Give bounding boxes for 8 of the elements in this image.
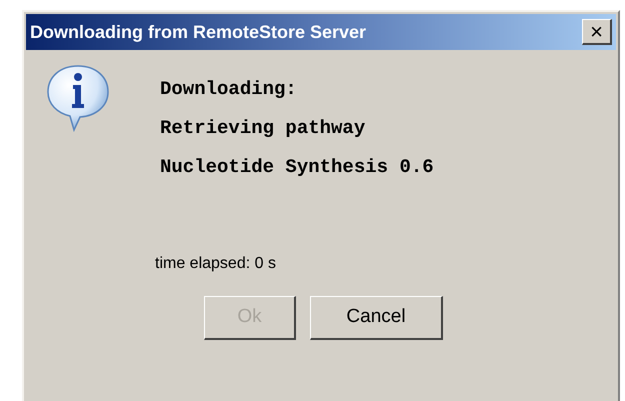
message-line: Nucleotide Synthesis 0.6 xyxy=(160,155,434,180)
info-speech-bubble-icon xyxy=(46,64,110,132)
close-button[interactable]: × xyxy=(582,19,612,45)
message-line: Downloading: xyxy=(160,77,298,102)
message-line: Retrieving pathway xyxy=(160,116,366,141)
window-title: Downloading from RemoteStore Server xyxy=(30,20,366,44)
time-elapsed-label: time elapsed: 0 s xyxy=(155,255,276,272)
dialog-button[interactable]: Cancel xyxy=(310,296,443,340)
